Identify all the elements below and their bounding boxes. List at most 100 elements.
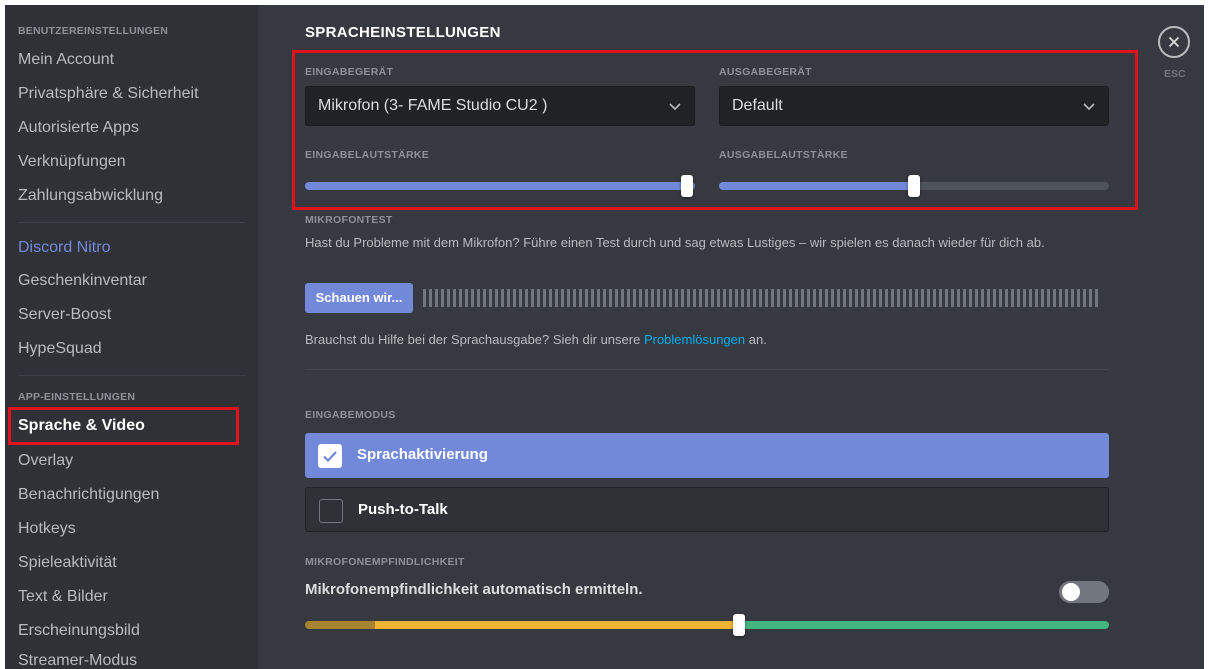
meter-tick [723, 289, 726, 307]
meter-tick [807, 289, 810, 307]
sidebar-divider [18, 222, 245, 223]
meter-tick [1041, 289, 1044, 307]
sidebar-item-authorized-apps[interactable]: Autorisierte Apps [18, 118, 139, 138]
meter-tick [843, 289, 846, 307]
sensitivity-handle[interactable] [733, 614, 745, 636]
meter-tick [1023, 289, 1026, 307]
meter-tick [633, 289, 636, 307]
sensitivity-auto-toggle[interactable] [1059, 581, 1109, 603]
sidebar-item-connections[interactable]: Verknüpfungen [18, 152, 126, 172]
meter-tick [753, 289, 756, 307]
input-volume-fill [305, 182, 695, 190]
meter-tick [453, 289, 456, 307]
meter-tick [951, 289, 954, 307]
meter-tick [657, 289, 660, 307]
meter-tick [975, 289, 978, 307]
meter-tick [759, 289, 762, 307]
chevron-down-icon [669, 103, 681, 111]
input-mode-label: EINGABEMODUS [305, 409, 396, 421]
meter-tick [621, 289, 624, 307]
meter-tick [729, 289, 732, 307]
close-icon [1168, 36, 1180, 48]
meter-tick [819, 289, 822, 307]
sidebar-item-my-account[interactable]: Mein Account [18, 50, 114, 70]
meter-tick [525, 289, 528, 307]
sidebar-item-overlay[interactable]: Overlay [18, 451, 73, 471]
meter-tick [957, 289, 960, 307]
meter-tick [939, 289, 942, 307]
input-mode-push-to-talk[interactable]: Push-to-Talk [305, 487, 1109, 532]
sensitivity-level-high [739, 621, 1109, 629]
meter-tick [1077, 289, 1080, 307]
meter-tick [777, 289, 780, 307]
checkbox-unchecked [319, 499, 343, 523]
meter-tick [579, 289, 582, 307]
meter-tick [945, 289, 948, 307]
meter-tick [1095, 289, 1098, 307]
sidebar-item-gift-inventory[interactable]: Geschenkinventar [18, 271, 147, 291]
troubleshooting-link[interactable]: Problemlösungen [644, 332, 745, 347]
section-divider [305, 369, 1109, 370]
input-volume-slider[interactable] [305, 175, 695, 197]
sidebar-item-hypesquad[interactable]: HypeSquad [18, 339, 102, 359]
meter-tick [639, 289, 642, 307]
meter-tick [609, 289, 612, 307]
sidebar-item-appearance[interactable]: Erscheinungsbild [18, 621, 140, 641]
meter-tick [603, 289, 606, 307]
meter-tick [1005, 289, 1008, 307]
sensitivity-label: MIKROFONEMPFINDLICHKEIT [305, 556, 465, 568]
meter-tick [447, 289, 450, 307]
sidebar-item-discord-nitro[interactable]: Discord Nitro [18, 238, 110, 258]
sidebar-item-keybinds[interactable]: Hotkeys [18, 519, 76, 539]
sensitivity-slider[interactable] [305, 621, 1109, 629]
meter-tick [423, 289, 426, 307]
sensitivity-level-low [375, 621, 739, 629]
input-mode-voice-activity[interactable]: Sprachaktivierung [305, 433, 1109, 478]
sensitivity-auto-text: Mikrofonempfindlichkeit automatisch ermi… [305, 581, 643, 598]
meter-tick [813, 289, 816, 307]
meter-tick [669, 289, 672, 307]
meter-tick [837, 289, 840, 307]
meter-tick [681, 289, 684, 307]
meter-tick [627, 289, 630, 307]
sidebar-item-text-images[interactable]: Text & Bilder [18, 587, 108, 607]
input-volume-label: EINGABELAUTSTÄRKE [305, 149, 430, 161]
output-volume-fill [719, 182, 914, 190]
sidebar-item-billing[interactable]: Zahlungsabwicklung [18, 186, 163, 206]
sidebar-item-notifications[interactable]: Benachrichtigungen [18, 485, 159, 505]
sidebar-item-game-activity[interactable]: Spieleaktivität [18, 553, 117, 573]
mic-test-button[interactable]: Schauen wir... [305, 283, 413, 313]
meter-tick [867, 289, 870, 307]
meter-tick [687, 289, 690, 307]
meter-tick [771, 289, 774, 307]
meter-tick [1047, 289, 1050, 307]
output-device-select[interactable]: Default [719, 86, 1109, 126]
sidebar-item-voice-video[interactable]: Sprache & Video [18, 416, 145, 436]
meter-tick [513, 289, 516, 307]
meter-tick [507, 289, 510, 307]
input-device-value: Mikrofon (3- FAME Studio CU2 ) [318, 97, 548, 114]
meter-tick [765, 289, 768, 307]
sidebar-item-privacy-safety[interactable]: Privatsphäre & Sicherheit [18, 84, 199, 104]
meter-tick [909, 289, 912, 307]
push-to-talk-label: Push-to-Talk [358, 501, 448, 518]
output-volume-handle[interactable] [908, 175, 920, 197]
output-volume-slider[interactable] [719, 175, 1109, 197]
meter-tick [861, 289, 864, 307]
page-title: SPRACHEINSTELLUNGEN [305, 24, 501, 41]
meter-tick [501, 289, 504, 307]
input-device-select[interactable]: Mikrofon (3- FAME Studio CU2 ) [305, 86, 695, 126]
meter-tick [495, 289, 498, 307]
settings-sidebar: BENUTZEREINSTELLUNGEN Mein Account Priva… [5, 5, 258, 669]
input-volume-handle[interactable] [681, 175, 693, 197]
output-device-label: AUSGABEGERÄT [719, 66, 812, 78]
meter-tick [1029, 289, 1032, 307]
meter-tick [543, 289, 546, 307]
sidebar-item-streamer-mode[interactable]: Streamer-Modus [18, 651, 137, 669]
close-button[interactable] [1158, 26, 1190, 58]
meter-tick [795, 289, 798, 307]
meter-tick [693, 289, 696, 307]
meter-tick [1071, 289, 1074, 307]
sidebar-item-server-boost[interactable]: Server-Boost [18, 305, 111, 325]
meter-tick [735, 289, 738, 307]
